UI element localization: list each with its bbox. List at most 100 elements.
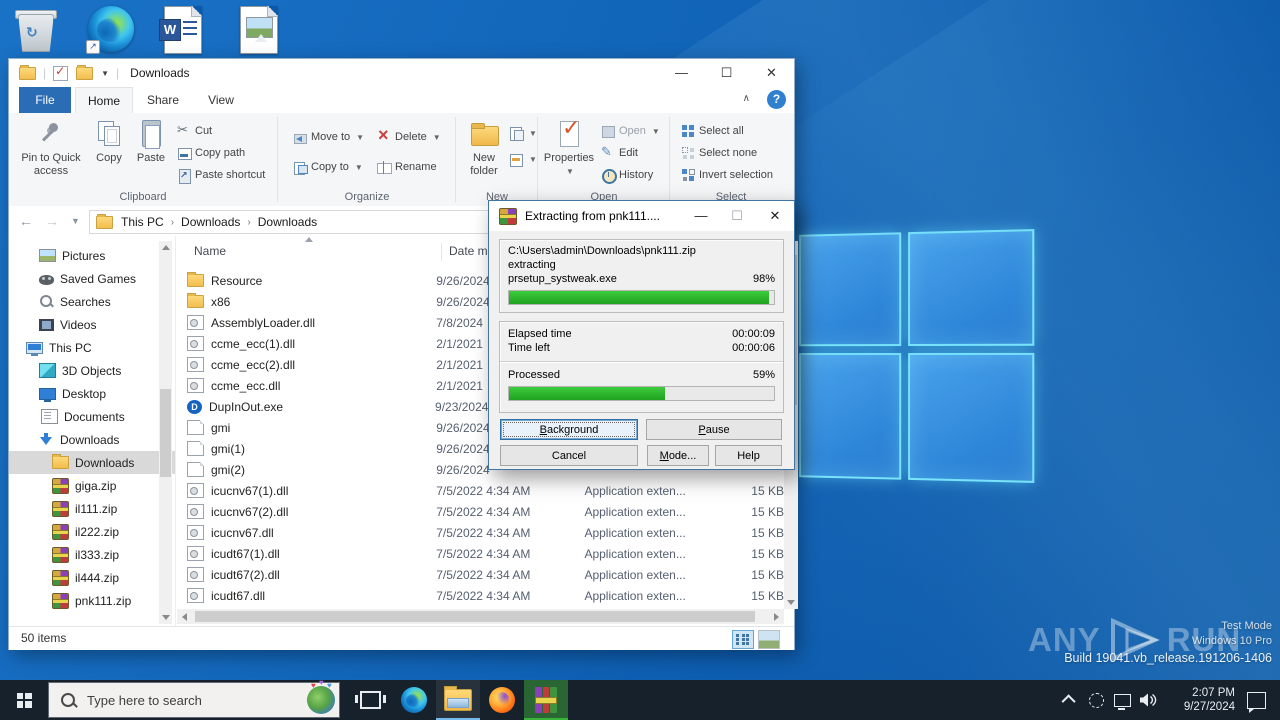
- file-row-icudt67-dll[interactable]: icudt67.dll 7/5/2022 4:34 AM Application e…: [177, 585, 784, 606]
- sidebar-item-il333-zip[interactable]: il333.zip: [9, 543, 176, 566]
- move-to-button[interactable]: Move to ▼: [293, 127, 364, 147]
- edge-desktop-icon[interactable]: ↗: [88, 6, 134, 52]
- details-view-button[interactable]: [732, 630, 754, 649]
- background-button[interactable]: Background: [500, 419, 638, 440]
- rename-button[interactable]: Rename: [377, 157, 437, 177]
- cut-button[interactable]: Cut: [177, 121, 212, 141]
- sidebar-scrollbar[interactable]: [159, 241, 172, 624]
- scroll-down-arrow-icon[interactable]: [787, 600, 795, 605]
- open-button[interactable]: Open ▼: [601, 121, 660, 141]
- help-button[interactable]: ?: [767, 90, 786, 109]
- word-document-icon[interactable]: W: [164, 6, 202, 54]
- start-button[interactable]: [0, 680, 48, 720]
- explorer-titlebar[interactable]: | ▼ | Downloads — ☐ ✕: [9, 59, 794, 87]
- firefox-taskbar-button[interactable]: [480, 680, 524, 720]
- invert-selection-button[interactable]: Invert selection: [681, 165, 773, 185]
- column-header-name[interactable]: Name: [194, 244, 226, 258]
- tab-share[interactable]: Share: [135, 87, 191, 113]
- edge-taskbar-button[interactable]: [392, 680, 436, 720]
- qat-customize-chevron-icon[interactable]: ▼: [101, 69, 109, 78]
- volume-button[interactable]: [1135, 680, 1161, 720]
- large-icons-view-button[interactable]: [758, 630, 780, 649]
- breadcrumb-downloads-2[interactable]: Downloads: [258, 215, 317, 229]
- scroll-up-arrow-icon[interactable]: [162, 245, 170, 250]
- dialog-titlebar[interactable]: Extracting from pnk111.... — ☐ ✕: [489, 201, 794, 231]
- file-explorer-taskbar-button[interactable]: [436, 680, 480, 720]
- dialog-close-button[interactable]: ✕: [758, 201, 792, 231]
- pause-button[interactable]: Pause: [646, 419, 782, 440]
- close-button[interactable]: ✕: [749, 59, 794, 87]
- sidebar-item-pnk111-zip[interactable]: pnk111.zip: [9, 589, 176, 612]
- task-view-button[interactable]: [348, 680, 392, 720]
- sidebar-item-downloads[interactable]: Downloads: [9, 451, 176, 474]
- column-divider[interactable]: [441, 243, 442, 261]
- sidebar-item-saved-games[interactable]: Saved Games: [9, 267, 176, 290]
- qat-new-folder-icon[interactable]: [76, 67, 93, 80]
- dialog-minimize-button[interactable]: —: [684, 201, 718, 231]
- scrollbar-thumb[interactable]: [160, 389, 171, 477]
- tab-file[interactable]: File: [19, 87, 71, 113]
- search-highlight-globe-icon[interactable]: ♥ ♥ ♥: [307, 686, 335, 714]
- tab-view[interactable]: View: [195, 87, 247, 113]
- sidebar-item-this-pc[interactable]: This PC: [9, 336, 174, 359]
- edit-button[interactable]: Edit: [601, 143, 638, 163]
- tab-home[interactable]: Home: [75, 87, 133, 114]
- history-button[interactable]: History: [601, 165, 653, 185]
- scroll-right-arrow-icon[interactable]: [774, 613, 779, 621]
- file-row-icucnv67-2-dll[interactable]: icucnv67(2).dll 7/5/2022 4:34 AM Applicati…: [177, 501, 784, 522]
- scroll-down-arrow-icon[interactable]: [162, 615, 170, 620]
- horizontal-scrollbar[interactable]: [177, 609, 784, 624]
- sidebar-item-il111-zip[interactable]: il111.zip: [9, 497, 176, 520]
- file-row-icucnv67-dll[interactable]: icucnv67.dll 7/5/2022 4:34 AM Application …: [177, 522, 784, 543]
- sidebar-item-giga-zip[interactable]: giga.zip: [9, 474, 176, 497]
- file-row-icudt67-2-dll[interactable]: icudt67(2).dll 7/5/2022 4:34 AM Applicatio…: [177, 564, 784, 585]
- winrar-taskbar-button[interactable]: [524, 680, 568, 720]
- sidebar-item-downloads[interactable]: Downloads: [9, 428, 176, 451]
- file-row-icudt67-1-dll[interactable]: icudt67(1).dll 7/5/2022 4:34 AM Applicatio…: [177, 543, 784, 564]
- breadcrumb-downloads[interactable]: Downloads: [181, 215, 240, 229]
- sidebar-item-il222-zip[interactable]: il222.zip: [9, 520, 176, 543]
- sidebar-item-documents[interactable]: Documents: [9, 405, 176, 428]
- help-button-dialog[interactable]: Help: [715, 445, 782, 466]
- select-all-button[interactable]: Select all: [681, 121, 744, 141]
- new-folder-button[interactable]: New folder: [461, 119, 507, 178]
- clock[interactable]: 2:07 PM 9/27/2024: [1161, 686, 1239, 714]
- file-row-icucnv67-1-dll[interactable]: icucnv67(1).dll 7/5/2022 4:34 AM Applicati…: [177, 480, 784, 501]
- mode-button[interactable]: Mode...: [647, 445, 709, 466]
- sidebar-item-il444-zip[interactable]: il444.zip: [9, 566, 176, 589]
- cancel-button[interactable]: Cancel: [500, 445, 638, 466]
- scrollbar-thumb[interactable]: [195, 611, 755, 622]
- dialog-maximize-button[interactable]: ☐: [720, 201, 754, 231]
- qat-properties-icon[interactable]: [53, 66, 68, 81]
- minimize-button[interactable]: —: [659, 59, 704, 87]
- tray-status-button[interactable]: [1083, 680, 1109, 720]
- properties-button[interactable]: Properties ▼: [543, 119, 595, 178]
- delete-button[interactable]: Delete ▼: [377, 127, 441, 147]
- forward-button[interactable]: →: [45, 213, 59, 229]
- collapse-ribbon-chevron-icon[interactable]: ∧: [743, 93, 750, 104]
- network-button[interactable]: [1109, 680, 1135, 720]
- recent-locations-chevron-icon[interactable]: ▼: [71, 216, 80, 226]
- back-button[interactable]: ←: [19, 213, 33, 229]
- breadcrumb-this-pc[interactable]: This PC: [121, 215, 164, 229]
- pin-to-quick-access-button[interactable]: Pin to Quick access: [17, 119, 85, 178]
- recycle-bin-icon[interactable]: ↻: [18, 6, 54, 52]
- sidebar-item-videos[interactable]: Videos: [9, 313, 176, 336]
- sidebar-item-searches[interactable]: Searches: [9, 290, 176, 313]
- paste-button[interactable]: Paste: [131, 119, 171, 165]
- sidebar-item-desktop[interactable]: Desktop: [9, 382, 176, 405]
- search-input[interactable]: Type here to search ♥ ♥ ♥: [48, 682, 340, 718]
- maximize-button[interactable]: ☐: [704, 59, 749, 87]
- scroll-left-arrow-icon[interactable]: [182, 613, 187, 621]
- action-center-button[interactable]: [1247, 692, 1266, 709]
- copy-to-button[interactable]: Copy to ▼: [293, 157, 363, 177]
- sidebar-item-pictures[interactable]: Pictures: [9, 244, 176, 267]
- image-file-icon[interactable]: [240, 6, 278, 54]
- new-item-button[interactable]: ▼: [509, 123, 537, 143]
- paste-shortcut-button[interactable]: Paste shortcut: [177, 165, 265, 185]
- sidebar-item-3d-objects[interactable]: 3D Objects: [9, 359, 176, 382]
- select-none-button[interactable]: Select none: [681, 143, 757, 163]
- copy-button[interactable]: Copy: [89, 119, 129, 165]
- tray-expand-button[interactable]: [1057, 680, 1083, 720]
- easy-access-button[interactable]: ▼: [509, 149, 537, 169]
